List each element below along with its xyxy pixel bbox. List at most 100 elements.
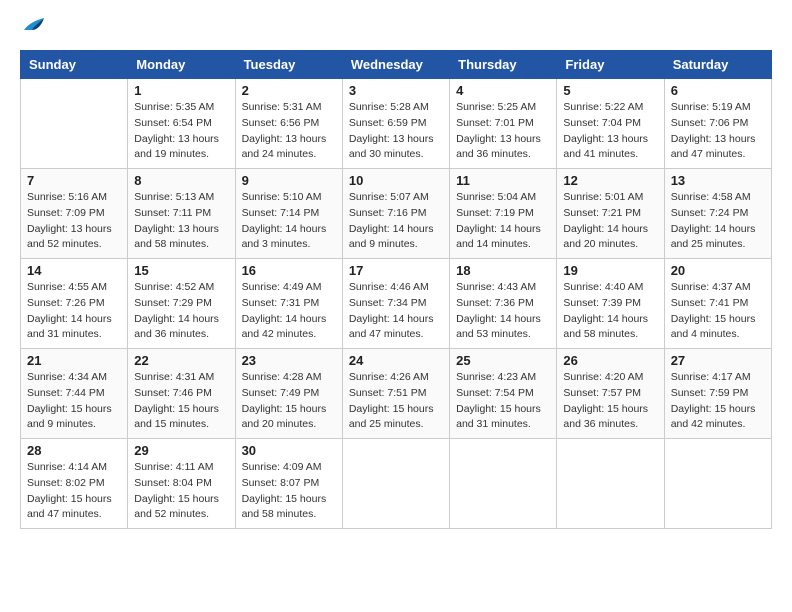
logo-bird-icon <box>22 16 44 34</box>
calendar-cell: 21 Sunrise: 4:34 AMSunset: 7:44 PMDayligh… <box>21 349 128 439</box>
weekday-header-monday: Monday <box>128 51 235 79</box>
day-info: Sunrise: 4:20 AMSunset: 7:57 PMDaylight:… <box>563 370 657 433</box>
day-info: Sunrise: 4:40 AMSunset: 7:39 PMDaylight:… <box>563 280 657 343</box>
calendar-cell: 14Sunrise: 4:55 AMSunset: 7:26 PMDayligh… <box>21 259 128 349</box>
calendar-cell: 6 Sunrise: 5:19 AMSunset: 7:06 PMDaylight… <box>664 79 771 169</box>
weekday-header-thursday: Thursday <box>450 51 557 79</box>
calendar-cell: 13 Sunrise: 4:58 AMSunset: 7:24 PMDayligh… <box>664 169 771 259</box>
day-number: 24 <box>349 353 443 368</box>
day-number: 28 <box>27 443 121 458</box>
calendar-cell: 3 Sunrise: 5:28 AMSunset: 6:59 PMDaylight… <box>342 79 449 169</box>
weekday-header-wednesday: Wednesday <box>342 51 449 79</box>
calendar-cell: 10 Sunrise: 5:07 AMSunset: 7:16 PMDayligh… <box>342 169 449 259</box>
day-info: Sunrise: 4:26 AMSunset: 7:51 PMDaylight:… <box>349 370 443 433</box>
week-row-5: 28 Sunrise: 4:14 AMSunset: 8:02 PMDayligh… <box>21 439 772 529</box>
calendar-cell: 7 Sunrise: 5:16 AMSunset: 7:09 PMDaylight… <box>21 169 128 259</box>
day-number: 9 <box>242 173 336 188</box>
day-info: Sunrise: 5:22 AMSunset: 7:04 PMDaylight:… <box>563 100 657 163</box>
day-info: Sunrise: 4:49 AMSunset: 7:31 PMDaylight:… <box>242 280 336 343</box>
day-number: 10 <box>349 173 443 188</box>
day-info: Sunrise: 4:14 AMSunset: 8:02 PMDaylight:… <box>27 460 121 523</box>
day-info: Sunrise: 5:13 AMSunset: 7:11 PMDaylight:… <box>134 190 228 253</box>
day-number: 25 <box>456 353 550 368</box>
day-number: 4 <box>456 83 550 98</box>
calendar-cell: 30 Sunrise: 4:09 AMSunset: 8:07 PMDayligh… <box>235 439 342 529</box>
calendar-cell: 18 Sunrise: 4:43 AMSunset: 7:36 PMDayligh… <box>450 259 557 349</box>
calendar-cell <box>557 439 664 529</box>
day-info: Sunrise: 5:19 AMSunset: 7:06 PMDaylight:… <box>671 100 765 163</box>
day-number: 2 <box>242 83 336 98</box>
day-info: Sunrise: 5:04 AMSunset: 7:19 PMDaylight:… <box>456 190 550 253</box>
day-info: Sunrise: 4:28 AMSunset: 7:49 PMDaylight:… <box>242 370 336 433</box>
weekday-header-saturday: Saturday <box>664 51 771 79</box>
day-info: Sunrise: 5:35 AMSunset: 6:54 PMDaylight:… <box>134 100 228 163</box>
day-number: 15 <box>134 263 228 278</box>
day-info: Sunrise: 4:58 AMSunset: 7:24 PMDaylight:… <box>671 190 765 253</box>
calendar-cell: 8 Sunrise: 5:13 AMSunset: 7:11 PMDaylight… <box>128 169 235 259</box>
calendar-cell: 28 Sunrise: 4:14 AMSunset: 8:02 PMDayligh… <box>21 439 128 529</box>
calendar-cell: 29 Sunrise: 4:11 AMSunset: 8:04 PMDayligh… <box>128 439 235 529</box>
calendar-cell: 17 Sunrise: 4:46 AMSunset: 7:34 PMDayligh… <box>342 259 449 349</box>
calendar-cell: 15Sunrise: 4:52 AMSunset: 7:29 PMDayligh… <box>128 259 235 349</box>
day-info: Sunrise: 4:46 AMSunset: 7:34 PMDaylight:… <box>349 280 443 343</box>
calendar-cell: 12 Sunrise: 5:01 AMSunset: 7:21 PMDayligh… <box>557 169 664 259</box>
day-info: Sunrise: 5:31 AMSunset: 6:56 PMDaylight:… <box>242 100 336 163</box>
calendar-cell: 11 Sunrise: 5:04 AMSunset: 7:19 PMDayligh… <box>450 169 557 259</box>
day-info: Sunrise: 5:10 AMSunset: 7:14 PMDaylight:… <box>242 190 336 253</box>
calendar-cell <box>450 439 557 529</box>
day-info: Sunrise: 4:37 AMSunset: 7:41 PMDaylight:… <box>671 280 765 343</box>
day-number: 22 <box>134 353 228 368</box>
week-row-2: 7 Sunrise: 5:16 AMSunset: 7:09 PMDaylight… <box>21 169 772 259</box>
calendar-cell: 25 Sunrise: 4:23 AMSunset: 7:54 PMDayligh… <box>450 349 557 439</box>
day-info: Sunrise: 4:23 AMSunset: 7:54 PMDaylight:… <box>456 370 550 433</box>
day-number: 30 <box>242 443 336 458</box>
day-info: Sunrise: 4:11 AMSunset: 8:04 PMDaylight:… <box>134 460 228 523</box>
day-number: 7 <box>27 173 121 188</box>
day-number: 6 <box>671 83 765 98</box>
calendar-cell: 16 Sunrise: 4:49 AMSunset: 7:31 PMDayligh… <box>235 259 342 349</box>
weekday-header-tuesday: Tuesday <box>235 51 342 79</box>
calendar-cell: 20Sunrise: 4:37 AMSunset: 7:41 PMDayligh… <box>664 259 771 349</box>
day-number: 13 <box>671 173 765 188</box>
calendar-cell <box>21 79 128 169</box>
logo <box>20 20 44 34</box>
day-number: 18 <box>456 263 550 278</box>
day-info: Sunrise: 4:31 AMSunset: 7:46 PMDaylight:… <box>134 370 228 433</box>
day-number: 29 <box>134 443 228 458</box>
calendar-cell <box>664 439 771 529</box>
day-info: Sunrise: 5:28 AMSunset: 6:59 PMDaylight:… <box>349 100 443 163</box>
day-number: 27 <box>671 353 765 368</box>
day-number: 14 <box>27 263 121 278</box>
day-number: 8 <box>134 173 228 188</box>
calendar-cell: 23 Sunrise: 4:28 AMSunset: 7:49 PMDayligh… <box>235 349 342 439</box>
day-info: Sunrise: 4:34 AMSunset: 7:44 PMDaylight:… <box>27 370 121 433</box>
calendar-cell: 4 Sunrise: 5:25 AMSunset: 7:01 PMDaylight… <box>450 79 557 169</box>
day-info: Sunrise: 4:09 AMSunset: 8:07 PMDaylight:… <box>242 460 336 523</box>
calendar-cell: 5 Sunrise: 5:22 AMSunset: 7:04 PMDaylight… <box>557 79 664 169</box>
calendar-table: SundayMondayTuesdayWednesdayThursdayFrid… <box>20 50 772 529</box>
day-info: Sunrise: 5:25 AMSunset: 7:01 PMDaylight:… <box>456 100 550 163</box>
day-number: 21 <box>27 353 121 368</box>
calendar-cell: 27 Sunrise: 4:17 AMSunset: 7:59 PMDayligh… <box>664 349 771 439</box>
weekday-header-friday: Friday <box>557 51 664 79</box>
day-number: 17 <box>349 263 443 278</box>
day-info: Sunrise: 5:01 AMSunset: 7:21 PMDaylight:… <box>563 190 657 253</box>
day-number: 12 <box>563 173 657 188</box>
day-number: 1 <box>134 83 228 98</box>
day-number: 3 <box>349 83 443 98</box>
day-info: Sunrise: 5:16 AMSunset: 7:09 PMDaylight:… <box>27 190 121 253</box>
day-number: 23 <box>242 353 336 368</box>
day-number: 26 <box>563 353 657 368</box>
week-row-4: 21 Sunrise: 4:34 AMSunset: 7:44 PMDayligh… <box>21 349 772 439</box>
weekday-header-sunday: Sunday <box>21 51 128 79</box>
day-number: 5 <box>563 83 657 98</box>
day-info: Sunrise: 4:17 AMSunset: 7:59 PMDaylight:… <box>671 370 765 433</box>
day-info: Sunrise: 4:43 AMSunset: 7:36 PMDaylight:… <box>456 280 550 343</box>
calendar-cell: 2 Sunrise: 5:31 AMSunset: 6:56 PMDaylight… <box>235 79 342 169</box>
day-info: Sunrise: 5:07 AMSunset: 7:16 PMDaylight:… <box>349 190 443 253</box>
weekday-header-row: SundayMondayTuesdayWednesdayThursdayFrid… <box>21 51 772 79</box>
day-number: 11 <box>456 173 550 188</box>
day-number: 16 <box>242 263 336 278</box>
calendar-cell <box>342 439 449 529</box>
calendar-cell: 9 Sunrise: 5:10 AMSunset: 7:14 PMDaylight… <box>235 169 342 259</box>
